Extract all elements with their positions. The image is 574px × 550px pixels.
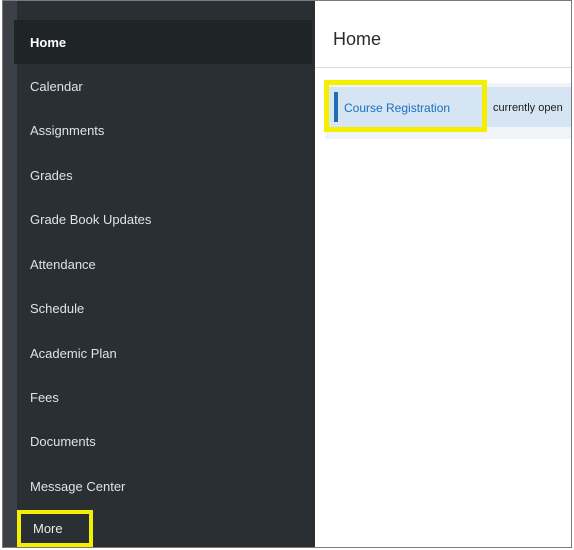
sidebar-item-fees[interactable]: Fees [14,375,312,419]
sidebar-item-label: Attendance [30,256,96,272]
sidebar-item-label: Schedule [30,300,85,316]
sidebar-item-label: Fees [30,389,59,405]
main-content: Home Course Registration currently open [315,1,571,547]
sidebar-item-label: Grades [30,167,73,183]
sidebar-item-label: Message Center [30,478,126,494]
sidebar-item-academic-plan[interactable]: Academic Plan [14,331,312,375]
sidebar-item-schedule[interactable]: Schedule [14,286,312,330]
sidebar-item-message-center[interactable]: Message Center [14,464,312,508]
sidebar-item-documents[interactable]: Documents [14,419,312,463]
page-title: Home [333,29,382,49]
sidebar-item-label: Home [30,34,67,50]
sidebar-item-label: Documents [30,433,96,449]
sidebar-item-grades[interactable]: Grades [14,153,312,197]
sidebar-item-attendance[interactable]: Attendance [14,242,312,286]
app-frame: Home Calendar Assignments Grades Grade B… [0,0,574,550]
sidebar-item-label: Assignments [30,122,105,138]
notice-text: currently open [493,102,563,114]
sidebar-item-more[interactable]: More [33,521,63,536]
sidebar-item-calendar[interactable]: Calendar [14,64,312,108]
sidebar-item-label: Grade Book Updates [30,211,152,227]
course-registration-link[interactable]: Course Registration [344,101,450,115]
sidebar-item-home[interactable]: Home [14,20,312,64]
sidebar-item-assignments[interactable]: Assignments [14,108,312,152]
sidebar-item-label: Academic Plan [30,345,117,361]
header-divider [315,67,571,68]
sidebar-item-grade-book-updates[interactable]: Grade Book Updates [14,197,312,241]
sidebar-item-label: Calendar [30,78,83,94]
